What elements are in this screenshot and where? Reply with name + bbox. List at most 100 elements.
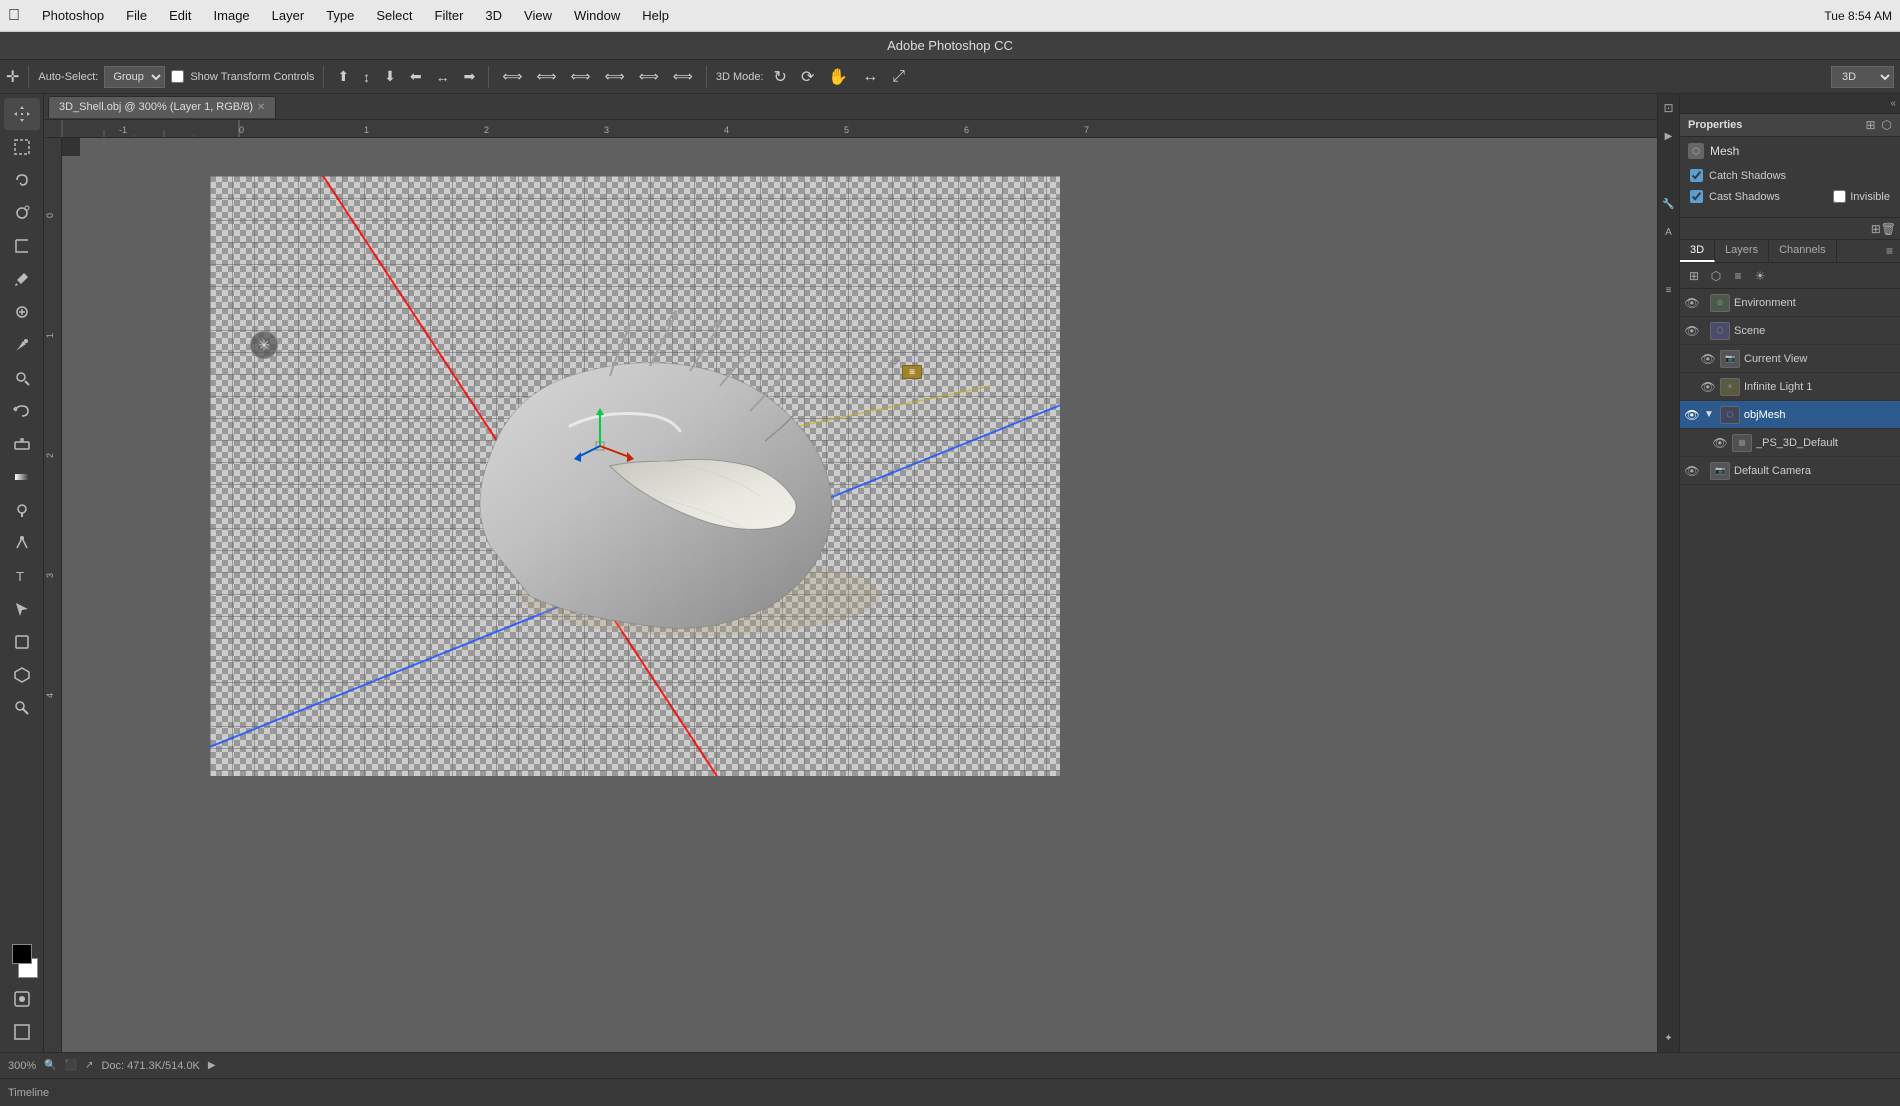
tab-close-btn[interactable]: ✕: [257, 102, 265, 113]
props-icon-adjustments[interactable]: ▶: [1659, 126, 1679, 146]
compass-icon[interactable]: ✳: [250, 331, 278, 359]
dist-h-btn[interactable]: ⟺: [635, 66, 663, 87]
tool-clone[interactable]: [4, 362, 40, 394]
layer-tool-light[interactable]: ☀: [1750, 266, 1770, 286]
props-icon-char[interactable]: A: [1659, 222, 1679, 242]
tool-lasso[interactable]: [4, 164, 40, 196]
tool-pen[interactable]: [4, 527, 40, 559]
layer-expand-objmesh[interactable]: ▼: [1704, 409, 1714, 420]
menu-photoshop[interactable]: Photoshop: [38, 6, 108, 25]
layer-eye-infinite-light1[interactable]: 👁: [1700, 380, 1716, 394]
dist-right-btn[interactable]: ⟺: [601, 66, 629, 87]
3d-slide-btn[interactable]: ↔: [858, 66, 882, 88]
layer-item-scene[interactable]: 👁 ⬡ Scene: [1680, 317, 1900, 345]
layer-eye-objmesh[interactable]: 👁: [1684, 408, 1700, 422]
menu-type[interactable]: Type: [322, 6, 358, 25]
panel-delete-icon[interactable]: 🗑: [1881, 222, 1896, 236]
3d-roll-btn[interactable]: ⟳: [797, 65, 818, 89]
tool-quick-mask[interactable]: [4, 983, 40, 1015]
props-icon-info[interactable]: 🔧: [1659, 194, 1679, 214]
properties-cube-icon[interactable]: ⬡: [1882, 118, 1892, 132]
invisible-checkbox[interactable]: [1833, 190, 1846, 203]
menu-layer[interactable]: Layer: [268, 6, 309, 25]
forward-btn[interactable]: ▶: [208, 1060, 216, 1071]
panel-add-icon[interactable]: ⊞: [1871, 222, 1881, 236]
show-transform-checkbox[interactable]: [171, 70, 184, 83]
layer-item-ps3d-default[interactable]: 👁 ▦ _PS_3D_Default: [1680, 429, 1900, 457]
tool-zoom[interactable]: [4, 692, 40, 724]
layer-item-infinite-light1[interactable]: 👁 ☀ Infinite Light 1: [1680, 373, 1900, 401]
tool-path-select[interactable]: [4, 593, 40, 625]
tool-text[interactable]: T: [4, 560, 40, 592]
document-tab[interactable]: 3D_Shell.obj @ 300% (Layer 1, RGB/8) ✕: [48, 96, 276, 118]
menu-select[interactable]: Select: [372, 6, 416, 25]
menu-filter[interactable]: Filter: [431, 6, 468, 25]
properties-collapse-bar[interactable]: «: [1680, 94, 1900, 114]
tool-quick-select[interactable]: [4, 197, 40, 229]
catch-shadows-checkbox[interactable]: [1690, 169, 1703, 182]
align-left-btn[interactable]: ⬅: [406, 66, 426, 87]
tool-move[interactable]: [4, 98, 40, 130]
layer-item-default-camera[interactable]: 👁 📷 Default Camera: [1680, 457, 1900, 485]
3d-scale-btn[interactable]: ⤢: [888, 66, 909, 88]
apple-menu[interactable]: : [8, 7, 20, 25]
layer-item-objmesh[interactable]: 👁 ▼ ⬡ objMesh: [1680, 401, 1900, 429]
layer-eye-ps3d-default[interactable]: 👁: [1712, 436, 1728, 450]
menu-file[interactable]: File: [122, 6, 151, 25]
menu-image[interactable]: Image: [210, 6, 254, 25]
tab-layers[interactable]: Layers: [1715, 240, 1769, 262]
align-mid-h-btn[interactable]: ↔: [432, 67, 454, 87]
cast-shadows-checkbox[interactable]: [1690, 190, 1703, 203]
layer-eye-environment[interactable]: 👁: [1684, 296, 1700, 310]
tool-dodge[interactable]: [4, 494, 40, 526]
tool-eyedropper[interactable]: [4, 263, 40, 295]
tool-select-rect[interactable]: [4, 131, 40, 163]
foreground-color[interactable]: [12, 944, 32, 964]
layer-eye-default-camera[interactable]: 👁: [1684, 464, 1700, 478]
props-icon-para[interactable]: ≡: [1659, 280, 1679, 300]
align-mid-v-btn[interactable]: ↕: [359, 67, 374, 87]
dist-top-btn[interactable]: ⟺: [498, 66, 526, 87]
tool-shape[interactable]: [4, 626, 40, 658]
menu-window[interactable]: Window: [570, 6, 624, 25]
tool-eraser[interactable]: [4, 428, 40, 460]
layer-eye-scene[interactable]: 👁: [1684, 324, 1700, 338]
properties-box-icon[interactable]: ⊞: [1865, 118, 1875, 132]
tool-brush[interactable]: [4, 329, 40, 361]
canvas-container[interactable]: ⌖ ⊞ ✳: [62, 138, 1657, 1052]
menu-view[interactable]: View: [520, 6, 556, 25]
properties-collapse-btn[interactable]: «: [1890, 98, 1896, 109]
auto-select-dropdown[interactable]: Group Layer: [104, 66, 165, 88]
dist-left-btn[interactable]: ⟺: [567, 66, 595, 87]
tool-screen-mode[interactable]: [4, 1016, 40, 1048]
canvas-document[interactable]: ⌖ ⊞ ✳: [210, 176, 1060, 776]
tool-3d[interactable]: [4, 659, 40, 691]
layer-item-current-view[interactable]: 👁 📷 Current View: [1680, 345, 1900, 373]
menu-3d[interactable]: 3D: [481, 6, 506, 25]
props-icon-layers[interactable]: ⊡: [1659, 98, 1679, 118]
layer-tool-layers[interactable]: ≡: [1728, 266, 1748, 286]
align-top-btn[interactable]: ⬆: [333, 66, 353, 87]
timeline-label[interactable]: Timeline: [8, 1087, 49, 1099]
align-right-btn[interactable]: ➡: [460, 66, 480, 87]
layer-item-environment[interactable]: 👁 ⊛ Environment: [1680, 289, 1900, 317]
3d-rotate-btn[interactable]: ↻: [770, 65, 791, 89]
tool-history-brush[interactable]: [4, 395, 40, 427]
layer-eye-current-view[interactable]: 👁: [1700, 352, 1716, 366]
props-icon-actions[interactable]: ✦: [1659, 1028, 1679, 1048]
tool-crop[interactable]: [4, 230, 40, 262]
3d-mode-select[interactable]: 3D: [1831, 66, 1894, 88]
panel-menu-btn[interactable]: ≡: [1883, 244, 1896, 258]
tab-3d[interactable]: 3D: [1680, 240, 1715, 262]
menu-edit[interactable]: Edit: [165, 6, 195, 25]
3d-pan-btn[interactable]: ✋: [824, 65, 852, 89]
align-bottom-btn[interactable]: ⬇: [380, 66, 400, 87]
dist-v-btn[interactable]: ⟺: [669, 66, 697, 87]
layer-tool-cube[interactable]: ⬡: [1706, 266, 1726, 286]
tab-channels[interactable]: Channels: [1769, 240, 1836, 262]
dist-bottom-btn[interactable]: ⟺: [532, 66, 560, 87]
menu-help[interactable]: Help: [638, 6, 673, 25]
tool-gradient[interactable]: [4, 461, 40, 493]
tool-heal[interactable]: [4, 296, 40, 328]
layer-tool-grid[interactable]: ⊞: [1684, 266, 1704, 286]
